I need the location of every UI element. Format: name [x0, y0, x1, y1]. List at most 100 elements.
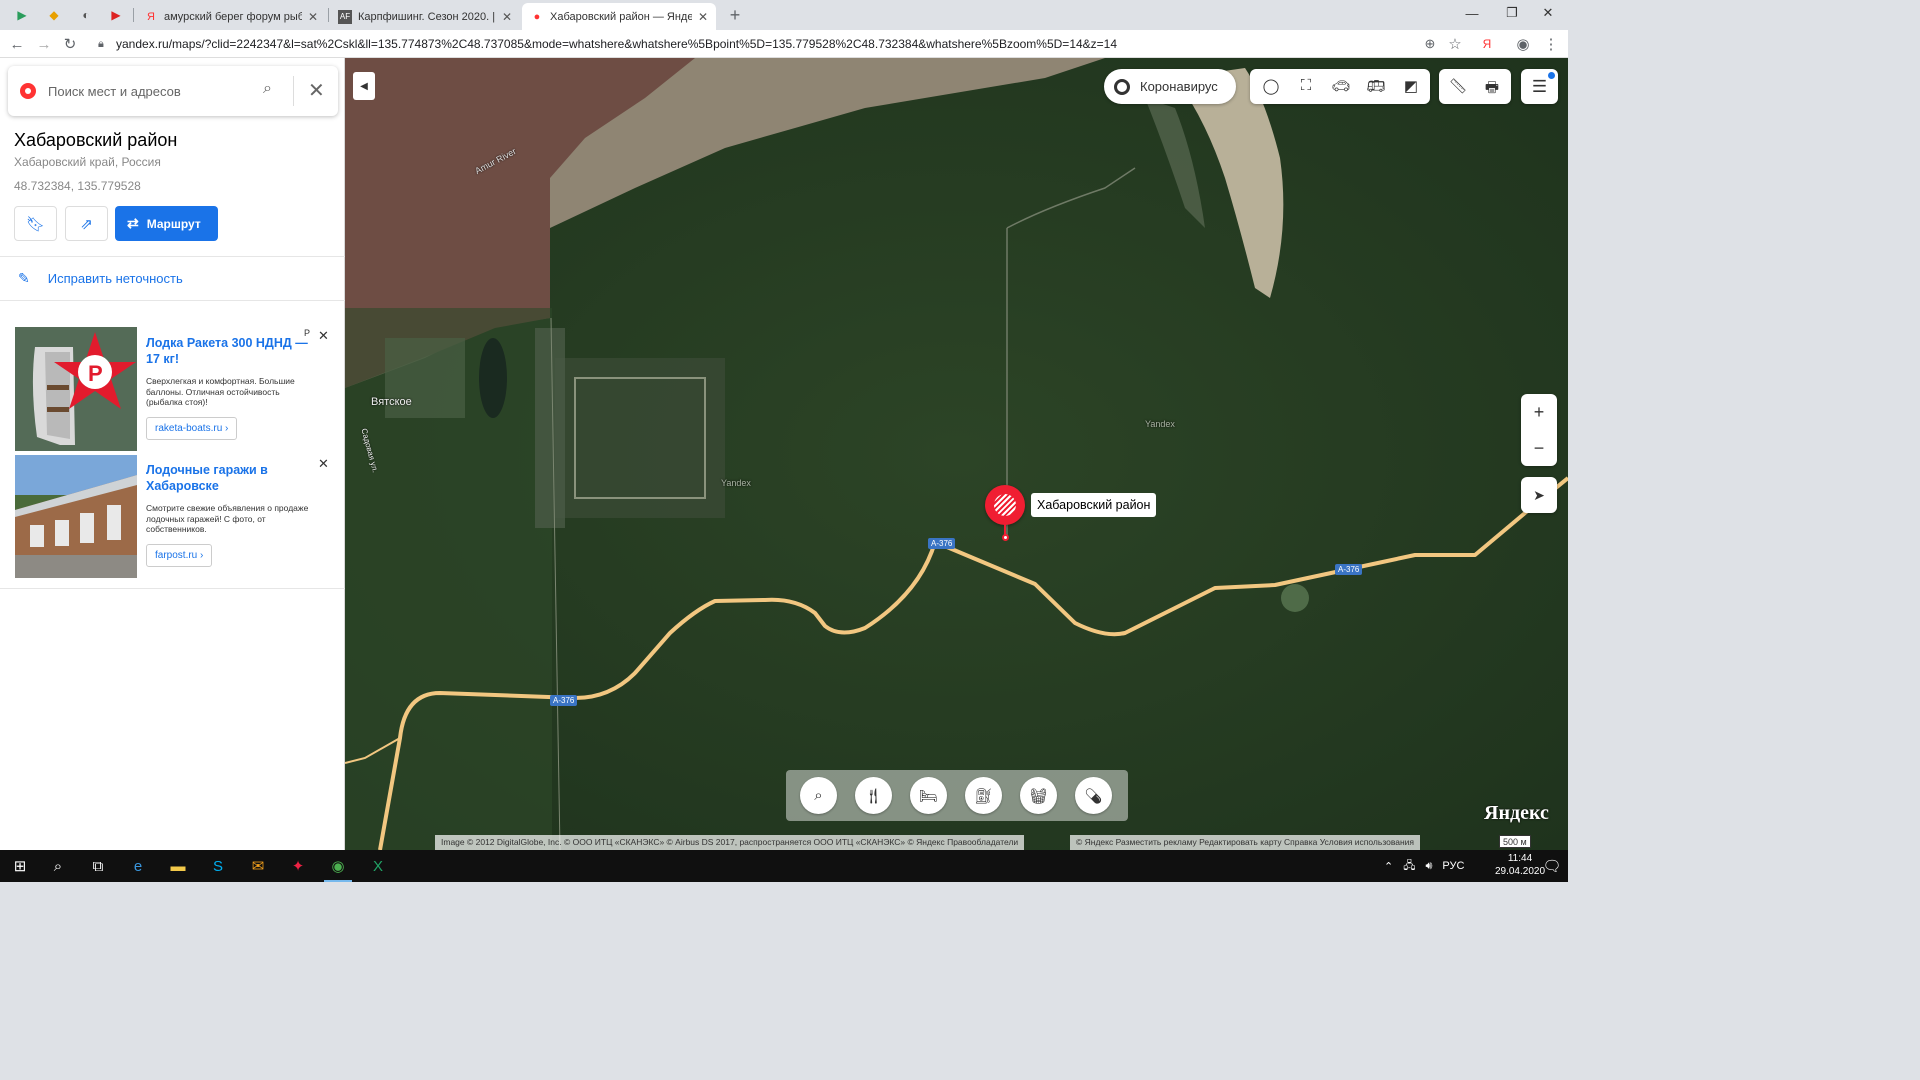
- ruler-icon[interactable]: 📏︎: [1447, 77, 1469, 97]
- tab-close-icon[interactable]: ✕: [502, 10, 512, 24]
- locate-button[interactable]: ➤: [1521, 477, 1557, 513]
- pharmacy-button[interactable]: 💊︎: [1075, 777, 1112, 814]
- tab-close-icon[interactable]: ✕: [698, 10, 708, 24]
- imagery-copyright[interactable]: Image © 2012 DigitalGlobe, Inc. © ООО ИТ…: [435, 835, 1025, 850]
- pinned-tab-4[interactable]: ▶: [106, 6, 126, 24]
- bookmark-button[interactable]: 🔖︎: [14, 206, 57, 241]
- edge-icon: e: [133, 857, 143, 875]
- ad-link-button[interactable]: raketa-boats.ru ›: [146, 417, 238, 440]
- shops-button[interactable]: 🧺︎: [1020, 777, 1057, 814]
- network-icon[interactable]: 🖧︎: [1403, 857, 1415, 876]
- transit-icon[interactable]: 🚌︎: [1365, 77, 1387, 97]
- task-view-button[interactable]: ⧉: [80, 854, 116, 878]
- reload-button[interactable]: ↻: [59, 33, 81, 55]
- browser-menu-icon[interactable]: ⋮: [1540, 33, 1562, 55]
- new-tab-button[interactable]: +: [724, 4, 746, 26]
- ad-title[interactable]: Лодка Ракета 300 НДНД — 17 кг!: [146, 335, 316, 367]
- volume-icon[interactable]: 🔊︎: [1425, 860, 1432, 873]
- pinned-tab-1[interactable]: ▶: [12, 6, 32, 24]
- tab-close-icon[interactable]: ✕: [308, 10, 318, 24]
- marker-pattern-icon: [994, 494, 1016, 516]
- edge-app[interactable]: e: [120, 854, 156, 878]
- explorer-app[interactable]: ▬: [160, 854, 196, 878]
- panorama-icon[interactable]: ⛶: [1295, 77, 1317, 97]
- chevron-left-icon: ◀: [360, 80, 368, 92]
- back-button[interactable]: ←: [6, 33, 28, 55]
- marker-label[interactable]: Хабаровский район: [1031, 493, 1157, 517]
- tab-yandex-maps[interactable]: ● Хабаровский район — Яндекс.К ✕: [522, 3, 716, 30]
- search-icon[interactable]: ⌕: [263, 80, 272, 98]
- tab-carpfishing[interactable]: AF Карпфишинг. Сезон 2020. | Аму ✕: [330, 3, 520, 30]
- ad-marker: Р: [304, 328, 311, 338]
- bed-icon: 🛏︎: [918, 787, 939, 805]
- footer-links[interactable]: © Яндекс Разместить рекламу Редактироват…: [1070, 835, 1421, 850]
- ad-link-button[interactable]: farpost.ru ›: [146, 544, 213, 567]
- pinned-tab-3[interactable]: ◐: [76, 6, 96, 24]
- coronavirus-button[interactable]: Коронавирус: [1104, 69, 1236, 104]
- watermark: Yandex: [1145, 419, 1175, 429]
- traffic-icon[interactable]: 🚗︎: [1330, 77, 1352, 97]
- language-indicator[interactable]: РУС: [1442, 860, 1464, 872]
- search-input[interactable]: [48, 80, 248, 102]
- address-bar[interactable]: 🔒︎ yandex.ru/maps/?clid=2242347&l=sat%2C…: [92, 33, 1472, 55]
- satellite-map[interactable]: Amur River Вятское Садовая ул. Yandex Ya…: [345, 58, 1568, 850]
- zoom-in-button[interactable]: +: [1521, 394, 1557, 430]
- browser-tab-strip: ▶ ◆ ◐ ▶ Я амурский берег форум рыбакои ✕…: [0, 0, 1568, 30]
- search-icon: ⌕: [53, 857, 63, 875]
- restaurants-button[interactable]: 🍴︎: [855, 777, 892, 814]
- tab-amur-forum[interactable]: Я амурский берег форум рыбакои ✕: [136, 3, 326, 30]
- map-layers-icon[interactable]: ◯: [1260, 77, 1282, 97]
- skype-app[interactable]: S: [200, 854, 236, 878]
- gas-stations-button[interactable]: ⛽︎: [965, 777, 1002, 814]
- print-icon[interactable]: 🖶︎: [1481, 77, 1503, 97]
- hotels-button[interactable]: 🛏︎: [910, 777, 947, 814]
- excel-app[interactable]: X: [360, 854, 396, 878]
- zoom-out-button[interactable]: −: [1521, 430, 1557, 466]
- svg-text:P: P: [88, 361, 103, 386]
- ad-text: Сверхлегкая и комфортная. Большие баллон…: [146, 376, 295, 407]
- place-marker[interactable]: [985, 485, 1025, 525]
- pinned-tab-2[interactable]: ◆: [44, 6, 64, 24]
- chevron-up-icon[interactable]: ⌃: [1384, 860, 1393, 873]
- side-panel: ⌕ ✕ Хабаровский район Хабаровский край, …: [0, 58, 345, 850]
- task-view-icon: ⧉: [92, 857, 104, 875]
- game-app[interactable]: ✦: [280, 854, 316, 878]
- outlook-app[interactable]: ✉: [240, 854, 276, 878]
- search-button[interactable]: ⌕: [40, 854, 76, 878]
- share-button[interactable]: ⇗: [65, 206, 108, 241]
- ad-close-icon[interactable]: ✕: [318, 328, 329, 344]
- start-button[interactable]: ⊞: [2, 854, 38, 878]
- forward-button[interactable]: →: [33, 33, 55, 55]
- ad-garage-image[interactable]: [15, 455, 137, 578]
- yandex-logo[interactable]: Яндекс: [1484, 802, 1549, 825]
- menu-button[interactable]: ☰: [1521, 69, 1558, 104]
- bookmark-star-icon[interactable]: ☆: [1444, 33, 1466, 55]
- search-category-button[interactable]: ⌕: [800, 777, 837, 814]
- village-label[interactable]: Вятское: [371, 396, 412, 408]
- collapse-panel-button[interactable]: ◀: [353, 72, 375, 100]
- notification-icon: 🗨︎: [1542, 858, 1562, 875]
- chrome-app[interactable]: ◉: [320, 854, 356, 882]
- marker-point: [1002, 534, 1009, 541]
- chrome-icon: ◉: [331, 858, 345, 875]
- route-button[interactable]: ⇄ Маршрут: [115, 206, 218, 241]
- close-icon[interactable]: ✕: [308, 78, 325, 103]
- zoom-icon[interactable]: ⊕: [1419, 33, 1441, 55]
- ad-close-icon[interactable]: ✕: [318, 456, 329, 472]
- ad-boat-image[interactable]: P: [15, 327, 137, 451]
- mail-icon: ✉: [251, 858, 265, 875]
- yandex-extension-icon[interactable]: Я: [1476, 33, 1498, 55]
- satellite-imagery: [345, 58, 1568, 850]
- place-coordinates[interactable]: 48.732384, 135.779528: [14, 179, 141, 193]
- zoom-controls: + −: [1521, 394, 1557, 466]
- layers-toggle-icon[interactable]: ◩: [1400, 77, 1422, 97]
- ad-title[interactable]: Лодочные гаражи в Хабаровске: [146, 462, 316, 494]
- minimize-button[interactable]: —: [1450, 0, 1494, 26]
- share-icon: ⇗: [80, 215, 93, 233]
- profile-avatar-icon[interactable]: ◉: [1512, 33, 1534, 55]
- hamburger-icon: ☰: [1531, 76, 1548, 96]
- notifications-button[interactable]: 🗨︎: [1540, 854, 1564, 878]
- fix-inaccuracy-link[interactable]: ✎ Исправить неточность: [18, 270, 183, 287]
- close-window-button[interactable]: ✕: [1526, 0, 1570, 26]
- fork-knife-icon: 🍴︎: [863, 787, 884, 805]
